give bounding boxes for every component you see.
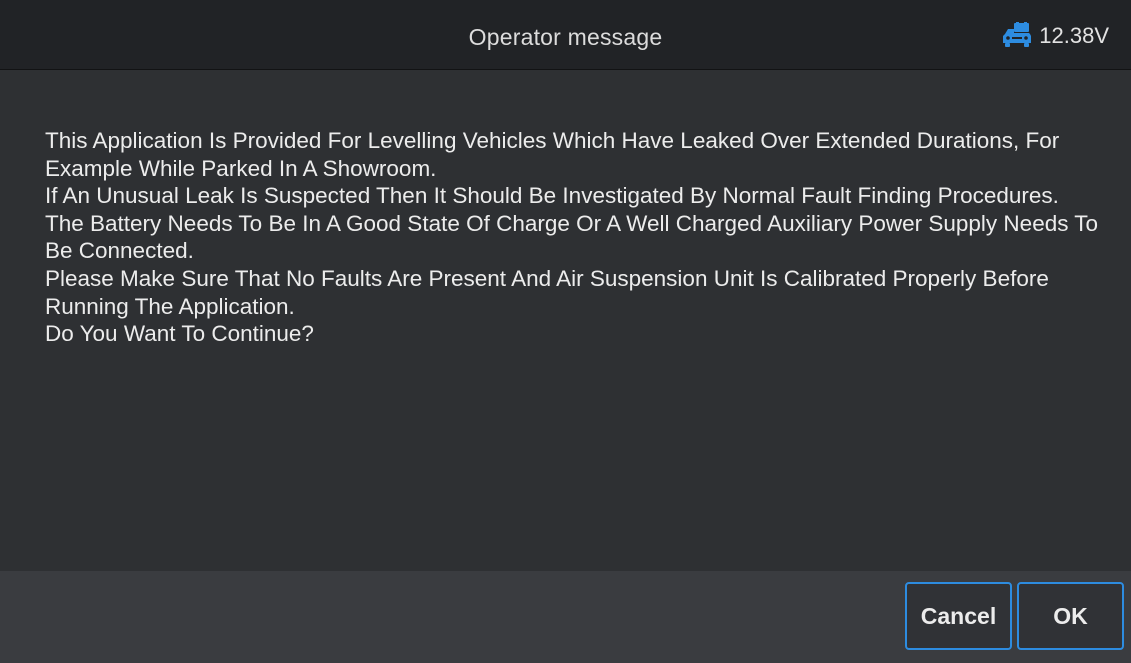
cancel-button[interactable]: Cancel bbox=[905, 582, 1012, 650]
voltage-value: 12.38V bbox=[1039, 23, 1109, 48]
message-line: If An Unusual Leak Is Suspected Then It … bbox=[45, 183, 1059, 209]
message-line: The Battery Needs To Be In A Good State … bbox=[45, 210, 1099, 264]
message-line: This Application Is Provided For Levelli… bbox=[45, 128, 1060, 181]
operator-message-screen: Operator message 12.38V This Application… bbox=[0, 0, 1131, 663]
ok-button[interactable]: OK bbox=[1017, 582, 1124, 650]
operator-message-text: This Application Is Provided For Levelli… bbox=[45, 127, 1105, 348]
message-line: Please Make Sure That No Faults Are Pres… bbox=[45, 265, 1049, 319]
message-line: Do You Want To Continue? bbox=[45, 321, 314, 347]
page-title: Operator message bbox=[468, 24, 663, 50]
car-battery-icon bbox=[1001, 22, 1033, 48]
voltage-indicator: 12.38V bbox=[1001, 0, 1109, 70]
header-bar: Operator message 12.38V bbox=[0, 0, 1131, 70]
footer-bar: Cancel OK bbox=[0, 571, 1131, 663]
